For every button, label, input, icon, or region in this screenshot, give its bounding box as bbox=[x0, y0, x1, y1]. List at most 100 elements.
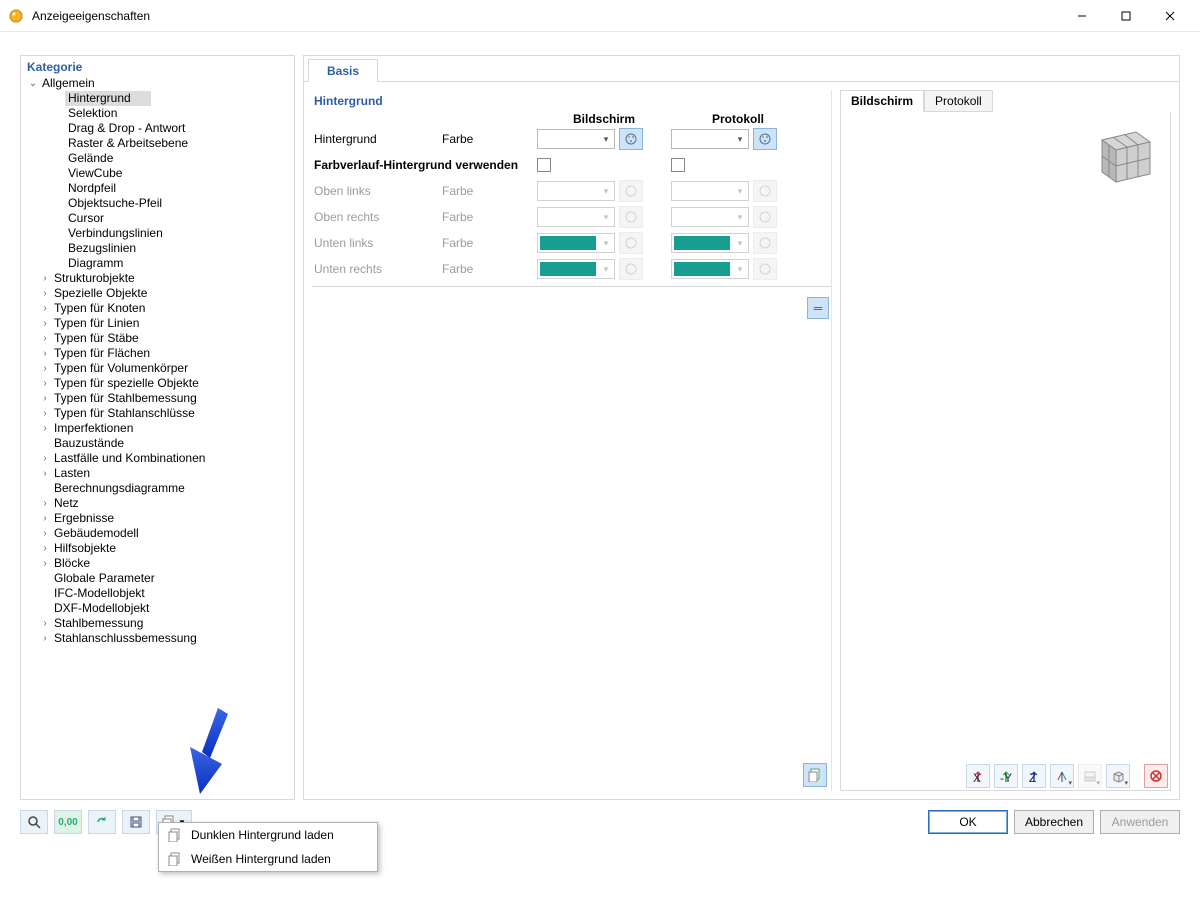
bg-print-palette-icon[interactable] bbox=[753, 128, 777, 150]
tree-item[interactable]: ›Ergebnisse bbox=[25, 511, 290, 526]
row-tr: Oben rechtsFarbe▾▾ bbox=[312, 204, 831, 230]
palette-icon bbox=[753, 258, 777, 280]
preview-tab-screen[interactable]: Bildschirm bbox=[840, 90, 924, 112]
refresh-button[interactable] bbox=[88, 810, 116, 834]
view-x-button[interactable]: X bbox=[966, 764, 990, 788]
bg-screen-color[interactable]: ▾ bbox=[537, 129, 615, 149]
tree-item[interactable]: ⌄Allgemein bbox=[25, 76, 290, 91]
view-iso-button[interactable]: ▾ bbox=[1050, 764, 1074, 788]
tr-screen-color: ▾ bbox=[537, 207, 615, 227]
tree-item[interactable]: ›Typen für Flächen bbox=[25, 346, 290, 361]
tree-item[interactable]: IFC-Modellobjekt bbox=[25, 586, 290, 601]
tree-item[interactable]: Verbindungslinien bbox=[25, 226, 290, 241]
palette-icon bbox=[619, 180, 643, 202]
view-reset-button[interactable] bbox=[1144, 764, 1168, 788]
outer-tabstrip: Basis bbox=[304, 56, 1179, 82]
tree-item[interactable]: ›Netz bbox=[25, 496, 290, 511]
equalize-button[interactable]: ═ bbox=[807, 297, 829, 319]
search-button[interactable] bbox=[20, 810, 48, 834]
ok-button[interactable]: OK bbox=[928, 810, 1008, 834]
gradient-screen-checkbox[interactable] bbox=[537, 158, 551, 172]
preview-canvas[interactable]: X -Y Z ▾ ▾ ▾ bbox=[840, 112, 1171, 791]
tree-item[interactable]: ›Typen für Stahlbemessung bbox=[25, 391, 290, 406]
tree-item[interactable]: Objektsuche-Pfeil bbox=[25, 196, 290, 211]
menu-load-white-bg[interactable]: Weißen Hintergrund laden bbox=[159, 847, 377, 871]
tree-item[interactable]: ›Typen für Stäbe bbox=[25, 331, 290, 346]
gradient-print-checkbox[interactable] bbox=[671, 158, 685, 172]
tree-item[interactable]: Diagramm bbox=[25, 256, 290, 271]
tree-item[interactable]: Selektion bbox=[25, 106, 290, 121]
menu-load-dark-bg[interactable]: Dunklen Hintergrund laden bbox=[159, 823, 377, 847]
tree-item[interactable]: ›Stahlbemessung bbox=[25, 616, 290, 631]
tree-item[interactable]: Cursor bbox=[25, 211, 290, 226]
view-z-button[interactable]: Z bbox=[1022, 764, 1046, 788]
tree-item[interactable]: ›Lasten bbox=[25, 466, 290, 481]
row-tl: Oben linksFarbe▾▾ bbox=[312, 178, 831, 204]
tree-item[interactable]: ›Typen für spezielle Objekte bbox=[25, 376, 290, 391]
apply-button[interactable]: Anwenden bbox=[1100, 810, 1180, 834]
section-title: Hintergrund bbox=[312, 90, 831, 112]
view-cube-button[interactable]: ▾ bbox=[1106, 764, 1130, 788]
cancel-button[interactable]: Abbrechen bbox=[1014, 810, 1094, 834]
preview-tabs: Bildschirm Protokoll bbox=[840, 90, 1171, 112]
tab-basis[interactable]: Basis bbox=[308, 59, 378, 82]
view-layers-button: ▾ bbox=[1078, 764, 1102, 788]
tree-item[interactable]: Berechnungsdiagramme bbox=[25, 481, 290, 496]
tree-item[interactable]: Bezugslinien bbox=[25, 241, 290, 256]
tree-item[interactable]: ›Typen für Stahlanschlüsse bbox=[25, 406, 290, 421]
tree-item[interactable]: Nordpfeil bbox=[25, 181, 290, 196]
preset-icon bbox=[167, 851, 183, 867]
preset-dropdown-menu: Dunklen Hintergrund laden Weißen Hinterg… bbox=[158, 822, 378, 872]
row-background: Hintergrund Farbe ▾ ▾ bbox=[312, 126, 831, 152]
tree-item[interactable]: DXF-Modellobjekt bbox=[25, 601, 290, 616]
tree-item[interactable]: ›Typen für Volumenkörper bbox=[25, 361, 290, 376]
tree-item[interactable]: ViewCube bbox=[25, 166, 290, 181]
preview-area: Bildschirm Protokoll bbox=[840, 90, 1171, 791]
preview-tab-print[interactable]: Protokoll bbox=[924, 90, 993, 112]
menu-item-label: Weißen Hintergrund laden bbox=[191, 852, 331, 866]
tree-item[interactable]: ›Stahlanschlussbemessung bbox=[25, 631, 290, 646]
svg-text:-Y: -Y bbox=[1000, 771, 1012, 784]
tree-item[interactable]: ›Typen für Knoten bbox=[25, 301, 290, 316]
tree-item[interactable]: Gelände bbox=[25, 151, 290, 166]
view-y-button[interactable]: -Y bbox=[994, 764, 1018, 788]
col-header-print: Protokoll bbox=[671, 112, 805, 126]
save-button[interactable] bbox=[122, 810, 150, 834]
tree-item[interactable]: ›Typen für Linien bbox=[25, 316, 290, 331]
row-label: Hintergrund bbox=[312, 132, 442, 146]
category-tree[interactable]: ⌄AllgemeinHintergrundSelektionDrag & Dro… bbox=[21, 76, 294, 799]
tree-item[interactable]: Raster & Arbeitsebene bbox=[25, 136, 290, 151]
tree-item[interactable]: ›Hilfsobjekte bbox=[25, 541, 290, 556]
tree-item[interactable]: ›Blöcke bbox=[25, 556, 290, 571]
tl-screen-color: ▾ bbox=[537, 181, 615, 201]
tree-item[interactable]: ›Lastfälle und Kombinationen bbox=[25, 451, 290, 466]
tree-item[interactable]: ›Strukturobjekte bbox=[25, 271, 290, 286]
bg-screen-palette-icon[interactable] bbox=[619, 128, 643, 150]
bl-screen-color: ▾ bbox=[537, 233, 615, 253]
close-button[interactable] bbox=[1148, 2, 1192, 30]
br-screen-color: ▾ bbox=[537, 259, 615, 279]
main-panel: Basis Hintergrund Bildschirm Protokoll H… bbox=[303, 55, 1180, 800]
maximize-button[interactable] bbox=[1104, 2, 1148, 30]
units-button[interactable]: 0,00 bbox=[54, 810, 82, 834]
window-title: Anzeigeeigenschaften bbox=[32, 9, 1060, 23]
minimize-button[interactable] bbox=[1060, 2, 1104, 30]
form-area: Hintergrund Bildschirm Protokoll Hinterg… bbox=[312, 90, 832, 791]
preview-toolbar: X -Y Z ▾ ▾ ▾ bbox=[966, 764, 1168, 788]
tree-item[interactable]: ›Gebäudemodell bbox=[25, 526, 290, 541]
copy-to-clipboard-button[interactable] bbox=[803, 763, 827, 787]
column-headers: Bildschirm Protokoll bbox=[312, 112, 831, 126]
tree-item[interactable]: Drag & Drop - Antwort bbox=[25, 121, 290, 136]
tree-item[interactable]: Bauzustände bbox=[25, 436, 290, 451]
svg-text:X: X bbox=[973, 771, 981, 784]
palette-icon bbox=[753, 232, 777, 254]
tree-item[interactable]: Globale Parameter bbox=[25, 571, 290, 586]
bg-print-color[interactable]: ▾ bbox=[671, 129, 749, 149]
cube-preview-icon bbox=[1090, 120, 1162, 188]
app-icon bbox=[8, 8, 24, 24]
row-gradient: Farbverlauf-Hintergrund verwenden bbox=[312, 152, 831, 178]
tree-item[interactable]: ›Imperfektionen bbox=[25, 421, 290, 436]
tree-item[interactable]: ›Spezielle Objekte bbox=[25, 286, 290, 301]
tr-print-color: ▾ bbox=[671, 207, 749, 227]
tree-item[interactable]: Hintergrund bbox=[25, 91, 290, 106]
